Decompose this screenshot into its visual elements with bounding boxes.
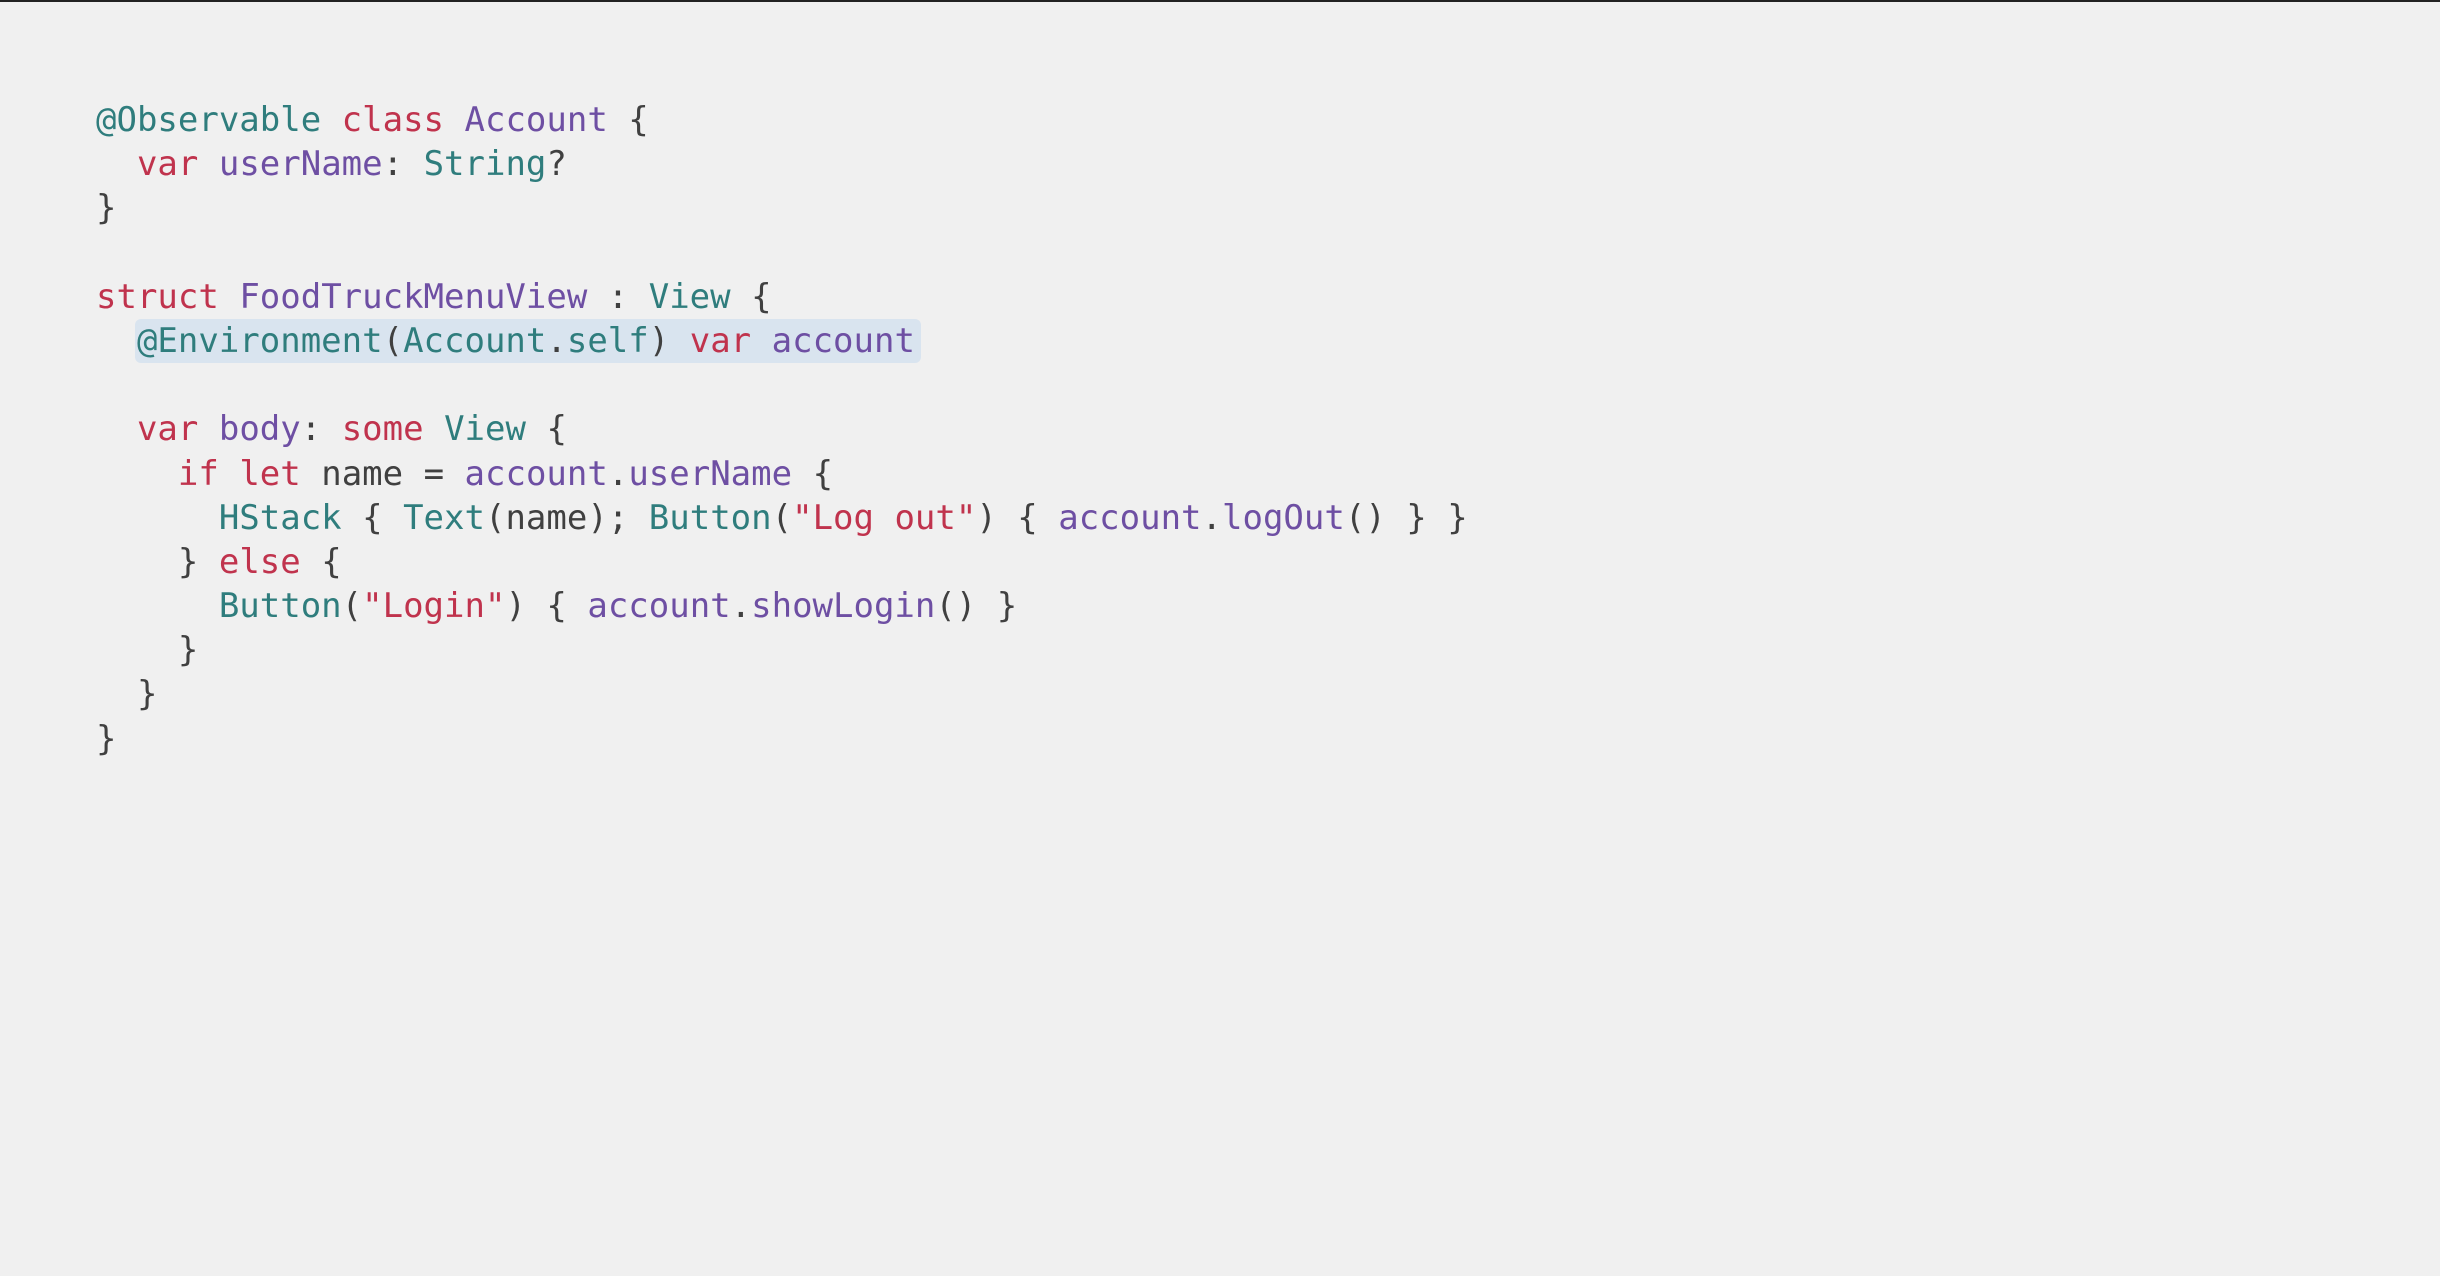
type-button: Button <box>649 498 772 538</box>
brace: } <box>137 674 157 714</box>
ident-name: name <box>321 454 403 494</box>
ident-logout: logOut <box>1222 498 1345 538</box>
keyword-var: var <box>690 321 751 361</box>
ident-account: account <box>465 454 608 494</box>
keyword-some: some <box>342 409 424 449</box>
brace: } <box>96 188 116 228</box>
keyword-let: let <box>239 454 300 494</box>
keyword-struct: struct <box>96 277 219 317</box>
keyword-class: class <box>342 100 444 140</box>
highlighted-line: @Environment(Account.self) var account <box>135 319 921 363</box>
type-account: Account <box>465 100 608 140</box>
attribute-environment: @Environment <box>137 321 383 361</box>
brace: { <box>608 100 649 140</box>
attribute-observable: @Observable <box>96 100 321 140</box>
keyword-if: if <box>178 454 219 494</box>
ident-username: userName <box>219 144 383 184</box>
type-button: Button <box>219 586 342 626</box>
ident-account: account <box>587 586 730 626</box>
type-hstack: HStack <box>219 498 342 538</box>
ident-account: account <box>1058 498 1201 538</box>
type-foodtruckmenuview: FoodTruckMenuView <box>239 277 587 317</box>
string-logout: "Log out" <box>792 498 976 538</box>
type-view: View <box>444 409 526 449</box>
type-view: View <box>649 277 731 317</box>
ident-name: name <box>505 498 587 538</box>
string-login: "Login" <box>362 586 505 626</box>
type-account: Account <box>403 321 546 361</box>
type-text: Text <box>403 498 485 538</box>
ident-account: account <box>772 321 915 361</box>
ident-username: userName <box>628 454 792 494</box>
keyword-var: var <box>137 144 198 184</box>
keyword-else: else <box>219 542 301 582</box>
keyword-var: var <box>137 409 198 449</box>
type-string: String <box>424 144 547 184</box>
code-block: @Observable class Account { var userName… <box>96 98 2440 761</box>
brace: } <box>178 630 198 670</box>
keyword-self: self <box>567 321 649 361</box>
ident-showlogin: showLogin <box>751 586 935 626</box>
ident-body: body <box>219 409 301 449</box>
brace: } <box>96 719 116 759</box>
